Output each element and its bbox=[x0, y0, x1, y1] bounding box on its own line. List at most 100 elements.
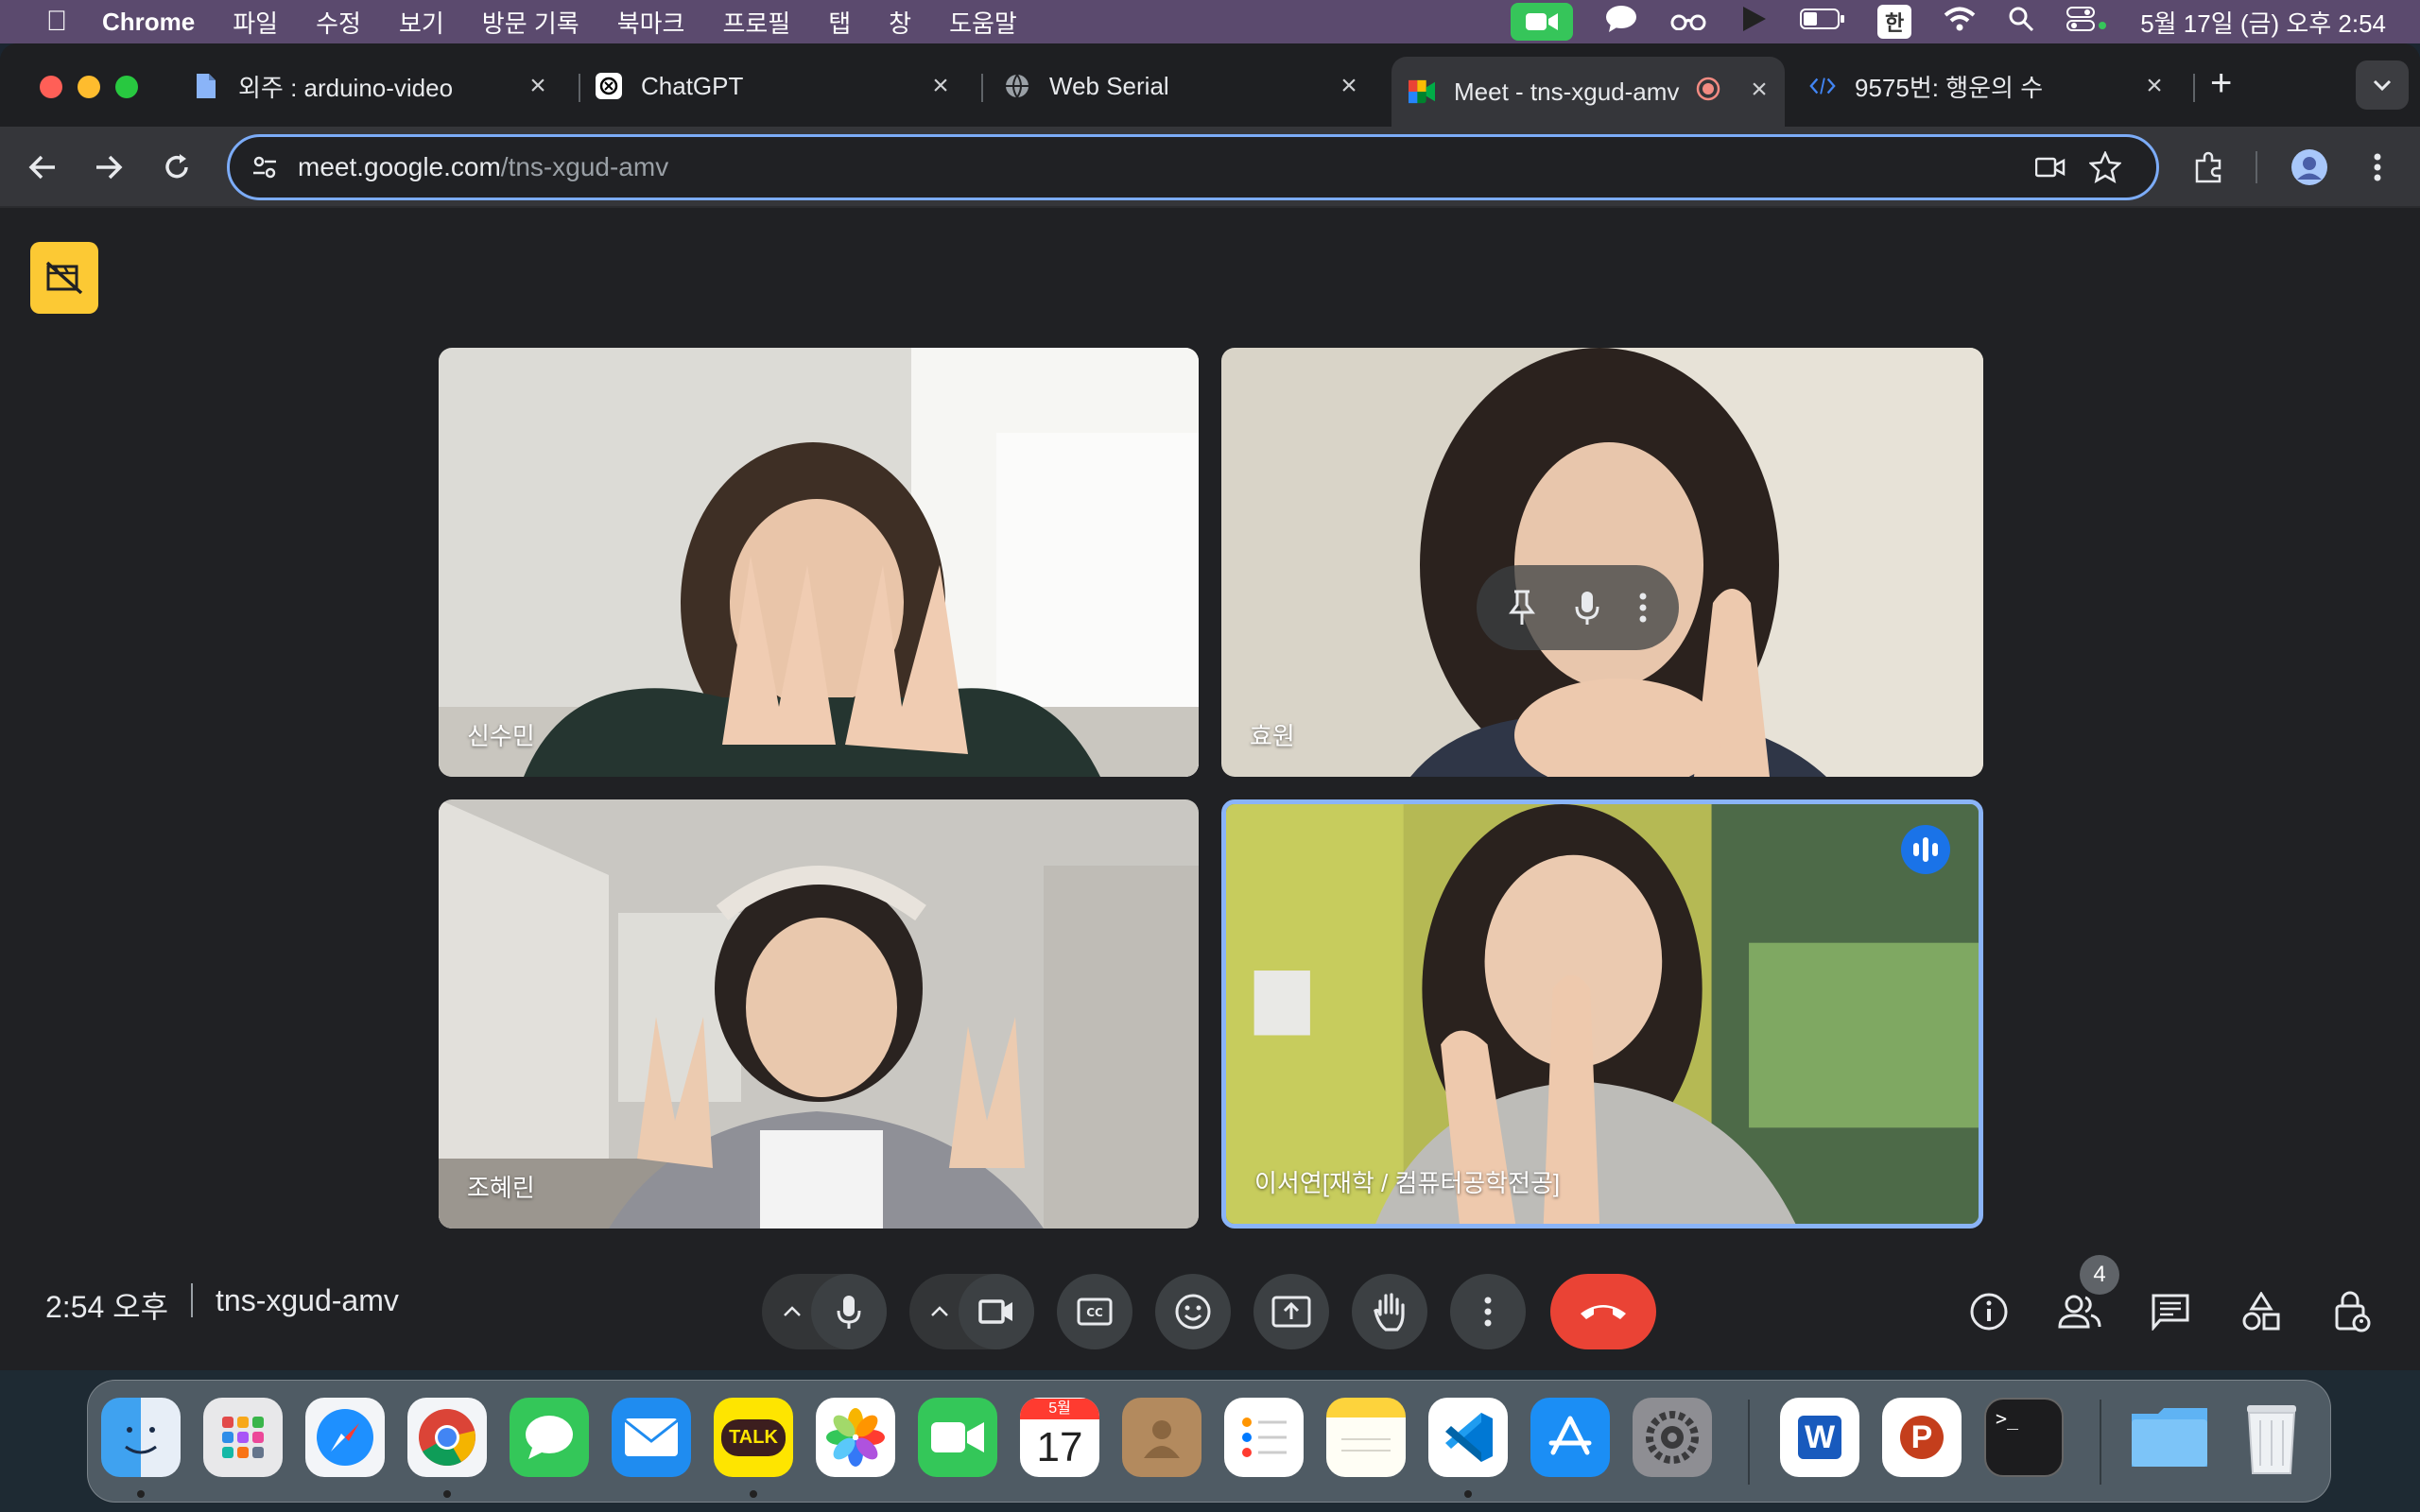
input-method-indicator[interactable]: 한 bbox=[1876, 5, 1912, 39]
reload-button[interactable] bbox=[155, 146, 199, 189]
present-screen-button[interactable] bbox=[1253, 1274, 1329, 1349]
apple-menu-icon[interactable]:  bbox=[38, 6, 76, 38]
menu-edit[interactable]: 수정 bbox=[316, 5, 361, 40]
meet-stage: 신수민 효원 조혜린 이서연[재학 / 컴퓨터공학전공] 2:54 오후 tns… bbox=[0, 210, 2420, 1370]
messages-icon[interactable] bbox=[510, 1398, 589, 1477]
window-zoom-button[interactable] bbox=[115, 76, 138, 98]
media-play-icon[interactable] bbox=[1739, 5, 1768, 40]
tab-meet[interactable]: Meet - tns-xgud-amv × bbox=[1392, 57, 1785, 127]
camera-in-use-icon[interactable] bbox=[1510, 3, 1573, 41]
video-settings-chevron-up-icon[interactable] bbox=[923, 1295, 957, 1329]
raise-hand-button[interactable] bbox=[1352, 1274, 1427, 1349]
calendar-icon[interactable]: 5월 17 bbox=[1020, 1398, 1099, 1477]
tab-search-button[interactable] bbox=[2356, 60, 2409, 110]
people-button[interactable] bbox=[2051, 1283, 2108, 1340]
pin-icon[interactable] bbox=[1509, 590, 1536, 626]
profile-avatar[interactable] bbox=[2288, 146, 2331, 189]
tab-title: ChatGPT bbox=[641, 71, 744, 100]
messages-status-icon[interactable] bbox=[1605, 5, 1637, 40]
vscode-icon[interactable] bbox=[1428, 1398, 1508, 1477]
app-store-icon[interactable] bbox=[1530, 1398, 1610, 1477]
meeting-details-button[interactable] bbox=[1961, 1283, 2017, 1340]
menu-history[interactable]: 방문 기록 bbox=[482, 5, 579, 40]
tab-close-icon[interactable]: × bbox=[1335, 70, 1363, 102]
meet-icon bbox=[1409, 78, 1435, 105]
tab-web-serial[interactable]: Web Serial × bbox=[1004, 57, 1363, 115]
photos-icon[interactable] bbox=[816, 1398, 895, 1477]
downloads-folder-icon[interactable] bbox=[2130, 1398, 2209, 1477]
participant-name: 신수민 bbox=[467, 722, 535, 750]
system-settings-icon[interactable] bbox=[1633, 1398, 1712, 1477]
spotlight-search-icon[interactable] bbox=[2008, 6, 2034, 39]
powerpoint-icon[interactable]: P bbox=[1882, 1398, 1962, 1477]
participant-tile-3[interactable]: 조혜린 bbox=[439, 799, 1199, 1228]
menu-tab[interactable]: 탭 bbox=[828, 5, 851, 40]
camera-button[interactable] bbox=[959, 1274, 1034, 1349]
menubar-clock[interactable]: 5월 17일 (금) 오후 2:54 bbox=[2140, 5, 2386, 40]
menu-file[interactable]: 파일 bbox=[233, 5, 278, 40]
menu-profiles[interactable]: 프로필 bbox=[722, 5, 790, 40]
new-tab-button[interactable]: + bbox=[2210, 62, 2232, 105]
contacts-icon[interactable] bbox=[1122, 1398, 1201, 1477]
chrome-menu-button[interactable] bbox=[2356, 146, 2399, 189]
more-vert-icon bbox=[1484, 1297, 1492, 1327]
terminal-icon[interactable]: >_ bbox=[1984, 1398, 2064, 1477]
control-center-icon[interactable] bbox=[2066, 6, 2108, 38]
participant-tile-1[interactable]: 신수민 bbox=[439, 348, 1199, 777]
menu-window[interactable]: 창 bbox=[889, 5, 911, 40]
audio-settings-chevron-up-icon[interactable] bbox=[775, 1295, 809, 1329]
tab-close-icon[interactable]: × bbox=[926, 70, 955, 102]
finder-icon[interactable] bbox=[101, 1398, 181, 1477]
forward-button[interactable] bbox=[87, 146, 130, 189]
activities-button[interactable] bbox=[2233, 1283, 2290, 1340]
chrome-icon[interactable] bbox=[407, 1398, 487, 1477]
host-controls-button[interactable] bbox=[2324, 1283, 2380, 1340]
microphone-button[interactable] bbox=[811, 1274, 887, 1349]
more-options-button[interactable] bbox=[1450, 1274, 1526, 1349]
mute-participant-mic-icon[interactable] bbox=[1574, 590, 1600, 626]
activities-shapes-icon bbox=[2242, 1292, 2280, 1331]
participant-video-1 bbox=[439, 348, 1199, 777]
bookmark-star-icon[interactable] bbox=[2086, 148, 2124, 186]
reminders-icon[interactable] bbox=[1224, 1398, 1304, 1477]
tab-close-icon[interactable]: × bbox=[524, 70, 552, 102]
notes-icon[interactable] bbox=[1326, 1398, 1406, 1477]
launchpad-icon[interactable] bbox=[203, 1398, 283, 1477]
extensions-button[interactable] bbox=[2187, 146, 2231, 189]
participant-name: 효원 bbox=[1250, 722, 1295, 750]
address-bar[interactable]: meet.google.com/tns-xgud-amv bbox=[227, 134, 2159, 200]
trash-icon[interactable] bbox=[2232, 1398, 2311, 1477]
window-close-button[interactable] bbox=[40, 76, 62, 98]
camera-permission-icon[interactable] bbox=[2031, 148, 2069, 186]
more-vert-icon bbox=[2374, 153, 2381, 181]
menu-help[interactable]: 도움말 bbox=[949, 5, 1017, 40]
tab-arduino-video[interactable]: 외주 : arduino-video × bbox=[193, 57, 552, 115]
tab-chatgpt[interactable]: ChatGPT × bbox=[596, 57, 955, 115]
kakaotalk-icon[interactable]: TALK bbox=[714, 1398, 793, 1477]
app-menu-chrome[interactable]: Chrome bbox=[102, 8, 195, 37]
chatgpt-icon bbox=[596, 73, 622, 99]
leave-call-button[interactable] bbox=[1550, 1274, 1656, 1349]
site-info-icon[interactable] bbox=[243, 146, 286, 189]
participant-tile-4-active-speaker[interactable]: 이서연[재학 / 컴퓨터공학전공] bbox=[1221, 799, 1983, 1228]
facetime-icon[interactable] bbox=[918, 1398, 997, 1477]
participant-video-2 bbox=[1221, 348, 1983, 777]
menu-view[interactable]: 보기 bbox=[399, 5, 444, 40]
word-icon[interactable]: W bbox=[1780, 1398, 1859, 1477]
more-options-icon[interactable] bbox=[1639, 593, 1647, 623]
tab-close-icon[interactable]: × bbox=[1745, 74, 1773, 106]
captions-button[interactable]: CC bbox=[1057, 1274, 1132, 1349]
reactions-button[interactable] bbox=[1155, 1274, 1231, 1349]
participant-tile-2[interactable]: 효원 bbox=[1221, 348, 1983, 777]
tab-baekjoon-9575[interactable]: 9575번: 행운의 수 × bbox=[1809, 57, 2169, 115]
safari-icon[interactable] bbox=[305, 1398, 385, 1477]
chat-button[interactable] bbox=[2142, 1283, 2199, 1340]
tab-close-icon[interactable]: × bbox=[2140, 70, 2169, 102]
menu-bookmarks[interactable]: 북마크 bbox=[617, 5, 685, 40]
back-button[interactable] bbox=[21, 146, 64, 189]
glasses-icon[interactable] bbox=[1669, 8, 1707, 37]
mail-icon[interactable] bbox=[612, 1398, 691, 1477]
window-minimize-button[interactable] bbox=[78, 76, 100, 98]
host-controls-badge[interactable] bbox=[30, 242, 98, 314]
wifi-icon[interactable] bbox=[1944, 7, 1976, 38]
